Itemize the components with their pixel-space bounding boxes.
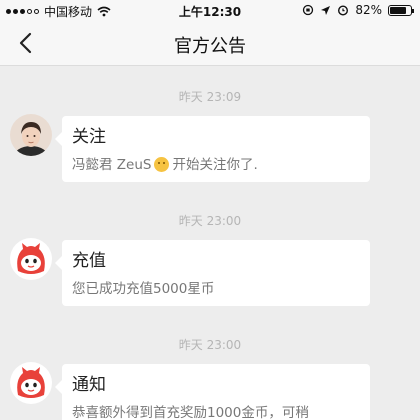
user-photo-icon — [10, 114, 52, 156]
message-title: 通知 — [72, 375, 106, 395]
follower-name[interactable]: 冯懿君 ZeuS — [72, 157, 151, 173]
smile-emoji-icon — [154, 157, 170, 172]
battery-percent: 82% — [355, 3, 382, 17]
red-mascot-icon — [10, 238, 52, 280]
message-title: 充值 — [72, 251, 106, 271]
red-mascot-icon — [10, 362, 52, 404]
message-card[interactable]: 关注 冯懿君 ZeuS 开始关注你了. — [55, 116, 370, 182]
location-icon — [321, 5, 331, 15]
avatar[interactable] — [10, 238, 52, 280]
avatar[interactable] — [10, 114, 52, 156]
message-card[interactable]: 充值 您已成功充值5000星币 — [55, 240, 370, 306]
message-timestamp: 昨天 23:00 — [178, 214, 242, 228]
message-body: 您已成功充值5000星币 — [72, 281, 215, 297]
top-bar: 中国移动 上午12:30 82% 官方公告 — [0, 0, 420, 66]
message-title: 关注 — [72, 127, 106, 147]
page-title: 官方公告 — [174, 36, 246, 57]
message-body-text: 开始关注你了. — [172, 157, 258, 173]
message-body: 冯懿君 ZeuS 开始关注你了. — [72, 156, 360, 174]
status-bar: 中国移动 上午12:30 82% — [0, 0, 420, 22]
message-timestamp: 昨天 23:00 — [178, 338, 242, 352]
avatar[interactable] — [10, 362, 52, 404]
alarm-icon — [338, 5, 349, 16]
nav-bar: 官方公告 — [0, 22, 420, 66]
announcement-feed[interactable]: 昨天 23:09 关注 冯懿君 ZeuS 开始关注你了. 昨天 23:00 充值… — [0, 66, 420, 420]
message-card[interactable]: 通知 恭喜额外得到首充奖励1000金币，可稍 — [55, 364, 370, 420]
status-right: 82% — [302, 3, 414, 17]
message-timestamp: 昨天 23:09 — [178, 90, 242, 104]
message-body: 恭喜额外得到首充奖励1000金币，可稍 — [72, 405, 309, 420]
orientation-lock-icon — [303, 4, 314, 16]
battery-fill — [390, 6, 407, 14]
battery-icon — [388, 4, 414, 16]
